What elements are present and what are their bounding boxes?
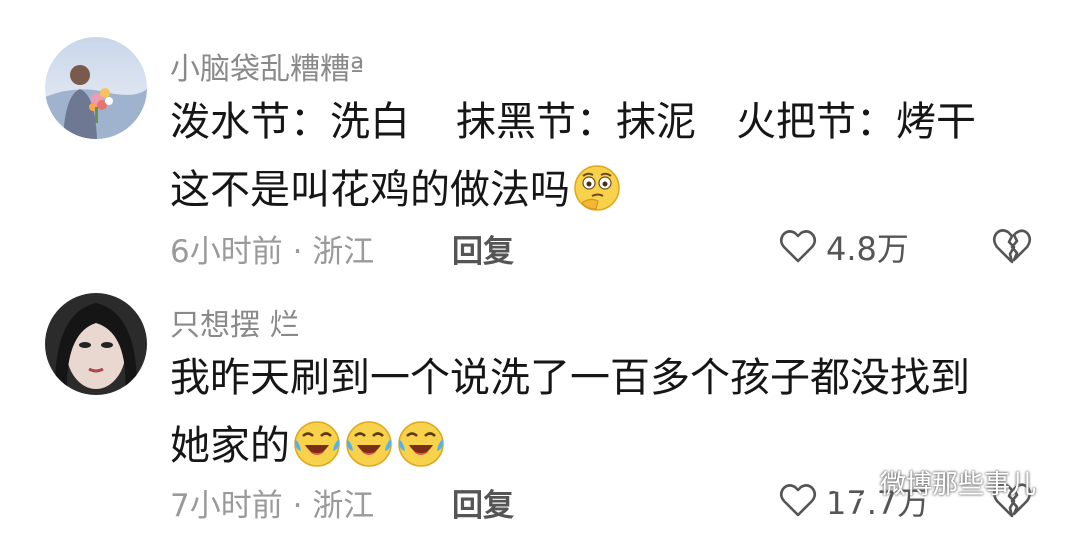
heart-icon [779, 230, 817, 263]
watermark: 微博那些事儿 [822, 462, 1036, 502]
username[interactable]: 小脑袋乱糟糟ª [170, 44, 364, 88]
laughing-crying-face-icon [398, 421, 444, 467]
comment-meta: 6小时前 · 浙江 [170, 234, 375, 270]
reply-button[interactable]: 回复 [452, 480, 514, 525]
heart-icon [779, 484, 817, 517]
avatar[interactable] [45, 293, 147, 395]
comment-segment: 抹黑节：抹泥 [456, 99, 696, 145]
like-button[interactable]: 4.8万 [778, 224, 909, 270]
comment-line: 我昨天刷到一个说洗了一百多个孩子都没找到 [170, 355, 970, 401]
broken-heart-icon[interactable] [990, 224, 1034, 268]
laughing-crying-face-icon [294, 421, 340, 467]
comment-segment: 她家的 [170, 423, 290, 469]
comment-line: 这不是叫花鸡的做法吗 [170, 156, 1030, 224]
comment-item: 小脑袋乱糟糟ª 泼水节：洗白 抹黑节：抹泥 火把节：烤干 这不是叫花鸡的做法吗 6小… [0, 0, 1080, 290]
username[interactable]: 只想摆 烂 [170, 300, 300, 344]
comment-segment: 这不是叫花鸡的做法吗 [170, 167, 570, 213]
laughing-crying-face-icon [346, 421, 392, 467]
reply-button[interactable]: 回复 [452, 226, 514, 271]
wechat-icon [823, 463, 870, 500]
comment-line: 泼水节：洗白 抹黑节：抹泥 火把节：烤干 [170, 88, 1030, 156]
avatar[interactable] [45, 37, 147, 139]
like-count: 4.8万 [826, 230, 909, 268]
thinking-face-icon [574, 165, 620, 211]
comment-text: 泼水节：洗白 抹黑节：抹泥 火把节：烤干 这不是叫花鸡的做法吗 [170, 88, 1030, 224]
comment-segment: 泼水节：洗白 [170, 99, 410, 145]
comment-meta: 7小时前 · 浙江 [170, 488, 375, 524]
watermark-text: 微博那些事儿 [880, 469, 1037, 500]
comment-text: 我昨天刷到一个说洗了一百多个孩子都没找到 她家的 [170, 344, 1030, 480]
comment-segment: 火把节：烤干 [736, 99, 976, 145]
